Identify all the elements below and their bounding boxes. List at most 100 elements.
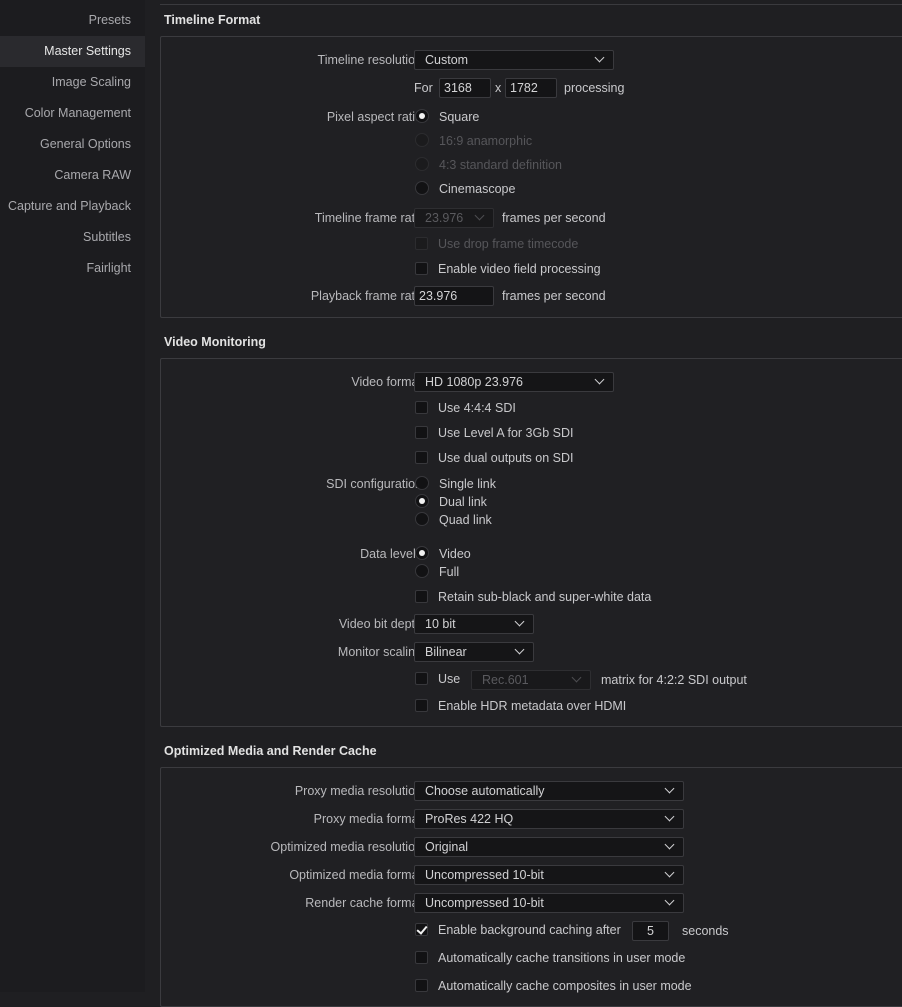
par-anamorphic-label: 16:9 anamorphic (439, 134, 533, 148)
optimized-media-format-dropdown[interactable]: Uncompressed 10-bit (414, 865, 684, 885)
video-format-dropdown[interactable]: HD 1080p 23.976 (414, 372, 614, 392)
settings-sidebar: Presets Master Settings Image Scaling Co… (0, 0, 145, 992)
drop-frame-label: Use drop frame timecode (438, 237, 579, 251)
matrix-dropdown: Rec.601 (471, 670, 591, 690)
proxy-media-resolution-dropdown[interactable]: Choose automatically (414, 781, 684, 801)
data-levels-label: Data levels (360, 547, 422, 561)
optimized-media-resolution-dropdown[interactable]: Original (414, 837, 684, 857)
monitor-scaling-value: Bilinear (425, 645, 467, 659)
resolution-height-input[interactable]: 1782 (505, 78, 557, 98)
sdi-quad-link-radio[interactable] (415, 512, 429, 526)
timeline-resolution-dropdown[interactable]: Custom (414, 50, 614, 70)
sidebar-item-image-scaling[interactable]: Image Scaling (0, 67, 145, 98)
sidebar-item-color-management[interactable]: Color Management (0, 98, 145, 129)
sdi-configuration-label: SDI configuration (326, 477, 422, 491)
drop-frame-checkbox (415, 237, 428, 250)
chevron-down-icon (571, 672, 582, 683)
hdr-metadata-label: Enable HDR metadata over HDMI (438, 699, 627, 713)
pixel-aspect-ratio-label: Pixel aspect ratio (326, 110, 422, 124)
video-format-label: Video format (351, 375, 422, 389)
proxy-media-format-dropdown[interactable]: ProRes 422 HQ (414, 809, 684, 829)
par-square-radio[interactable] (415, 109, 429, 123)
playback-frame-rate-label: Playback frame rate (310, 289, 422, 303)
field-processing-label: Enable video field processing (438, 262, 601, 276)
field-processing-checkbox[interactable] (415, 262, 428, 275)
sdi-quad-link-label: Quad link (439, 513, 492, 527)
section-title-video-monitoring: Video Monitoring (164, 335, 266, 349)
use-444-sdi-checkbox[interactable] (415, 401, 428, 414)
level-a-checkbox[interactable] (415, 426, 428, 439)
hdr-metadata-checkbox[interactable] (415, 699, 428, 712)
use-matrix-label: Use (438, 672, 461, 686)
section-title-optimized-media: Optimized Media and Render Cache (164, 744, 377, 758)
render-cache-format-dropdown[interactable]: Uncompressed 10-bit (414, 893, 684, 913)
sidebar-item-capture-and-playback[interactable]: Capture and Playback (0, 191, 145, 222)
monitor-scaling-dropdown[interactable]: Bilinear (414, 642, 534, 662)
timeline-format-panel: Timeline resolution Custom For 3168 x 17… (160, 36, 902, 318)
timeline-frame-rate-value: 23.976 (425, 211, 464, 225)
timeline-frame-rate-dropdown: 23.976 (414, 208, 494, 228)
top-divider (160, 4, 902, 5)
data-levels-video-label: Video (439, 547, 471, 561)
background-caching-checkbox[interactable] (415, 923, 428, 936)
sidebar-item-subtitles[interactable]: Subtitles (0, 222, 145, 253)
for-label: For (414, 81, 433, 95)
section-title-timeline-format: Timeline Format (164, 13, 261, 27)
use-444-sdi-label: Use 4:4:4 SDI (438, 401, 516, 415)
optimized-media-resolution-label: Optimized media resolution (270, 840, 422, 854)
monitor-scaling-label: Monitor scaling (337, 645, 422, 659)
chevron-down-icon (594, 374, 605, 385)
playback-fps-unit-label: frames per second (502, 289, 606, 303)
video-bit-depth-value: 10 bit (425, 617, 456, 631)
par-4x3-label: 4:3 standard definition (439, 158, 563, 172)
by-label: x (495, 81, 502, 95)
matrix-value: Rec.601 (482, 673, 529, 687)
sidebar-item-camera-raw[interactable]: Camera RAW (0, 160, 145, 191)
background-caching-seconds-input[interactable]: 5 (632, 921, 669, 941)
sdi-single-link-radio[interactable] (415, 476, 429, 490)
chevron-down-icon (664, 867, 675, 878)
sidebar-item-presets[interactable]: Presets (0, 5, 145, 36)
optimized-media-format-value: Uncompressed 10-bit (425, 868, 544, 882)
seconds-label: seconds (682, 924, 729, 938)
timeline-frame-rate-label: Timeline frame rate (314, 211, 422, 225)
background-caching-label: Enable background caching after (438, 923, 621, 937)
par-4x3-radio (415, 157, 429, 171)
level-a-label: Use Level A for 3Gb SDI (438, 426, 574, 440)
sdi-dual-link-radio[interactable] (415, 494, 429, 508)
resolution-width-input[interactable]: 3168 (439, 78, 491, 98)
par-anamorphic-radio (415, 133, 429, 147)
data-levels-video-radio[interactable] (415, 546, 429, 560)
chevron-down-icon (664, 811, 675, 822)
chevron-down-icon (514, 644, 525, 655)
optimized-media-panel: Proxy media resolution Choose automatica… (160, 767, 902, 1007)
sidebar-item-general-options[interactable]: General Options (0, 129, 145, 160)
retain-sub-black-checkbox[interactable] (415, 590, 428, 603)
render-cache-format-label: Render cache format (305, 896, 422, 910)
data-levels-full-radio[interactable] (415, 564, 429, 578)
use-matrix-checkbox[interactable] (415, 672, 428, 685)
video-bit-depth-label: Video bit depth (338, 617, 422, 631)
timeline-resolution-label: Timeline resolution (317, 53, 422, 67)
optimized-media-resolution-value: Original (425, 840, 469, 854)
dual-outputs-checkbox[interactable] (415, 451, 428, 464)
par-cinemascope-radio[interactable] (415, 181, 429, 195)
par-square-label: Square (439, 110, 480, 124)
proxy-media-resolution-label: Proxy media resolution (294, 784, 422, 798)
chevron-down-icon (474, 210, 485, 221)
playback-frame-rate-input[interactable]: 23.976 (414, 286, 494, 306)
retain-sub-black-label: Retain sub-black and super-white data (438, 590, 652, 604)
cache-composites-label: Automatically cache composites in user m… (438, 979, 692, 993)
timeline-resolution-value: Custom (425, 53, 469, 67)
video-bit-depth-dropdown[interactable]: 10 bit (414, 614, 534, 634)
cache-composites-checkbox[interactable] (415, 979, 428, 992)
cache-transitions-checkbox[interactable] (415, 951, 428, 964)
sidebar-item-master-settings[interactable]: Master Settings (0, 36, 145, 67)
cache-transitions-label: Automatically cache transitions in user … (438, 951, 686, 965)
chevron-down-icon (594, 52, 605, 63)
optimized-media-format-label: Optimized media format (289, 868, 422, 882)
sdi-single-link-label: Single link (439, 477, 496, 491)
sidebar-item-fairlight[interactable]: Fairlight (0, 253, 145, 284)
matrix-suffix-label: matrix for 4:2:2 SDI output (601, 673, 747, 687)
proxy-media-resolution-value: Choose automatically (425, 784, 545, 798)
